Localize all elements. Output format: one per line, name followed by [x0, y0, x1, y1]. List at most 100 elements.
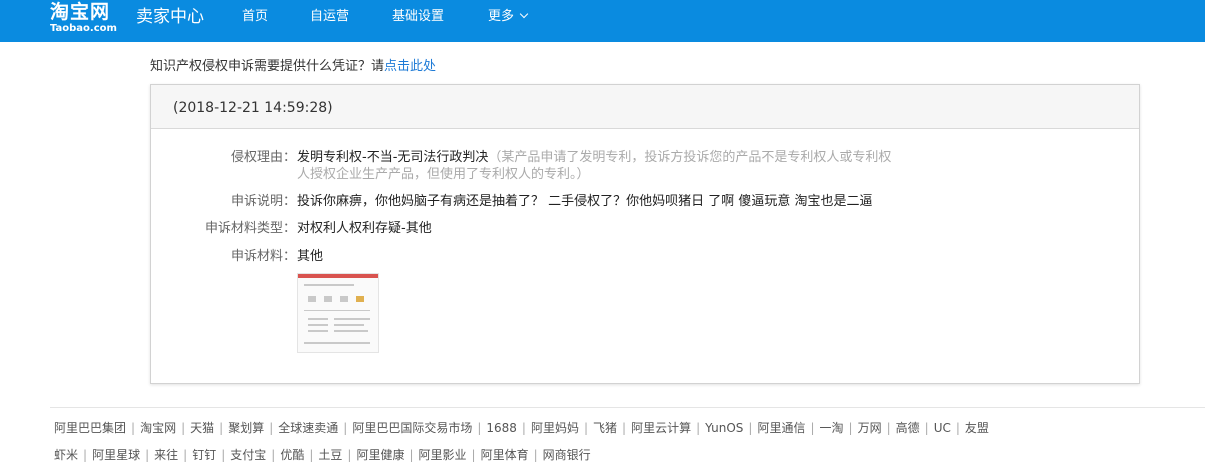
footer-link[interactable]: 万网 — [858, 421, 882, 435]
appeal-record-card: (2018-12-21 14:59:28) 侵权理由： 发明专利权-不当-无司法… — [150, 84, 1140, 384]
thumbnail-line — [334, 318, 370, 320]
footer-link[interactable]: 来往 — [154, 448, 178, 462]
taobao-logo[interactable]: 淘宝网 Taobao.com — [50, 1, 117, 35]
footer-link[interactable]: 阿里通信 — [757, 421, 805, 435]
footer-separator: | — [521, 421, 526, 435]
footer-separator: | — [886, 421, 891, 435]
thumbnail-line — [308, 330, 328, 332]
logo-text-cn: 淘宝网 — [50, 1, 111, 23]
thumbnail-line — [356, 296, 364, 302]
material-type-label: 申诉材料类型： — [204, 221, 296, 236]
thumbnail-line — [340, 296, 348, 302]
nav-more[interactable]: 更多 — [488, 9, 529, 25]
footer-separator: | — [271, 448, 276, 462]
nav-home[interactable]: 首页 — [242, 9, 268, 25]
reason-label: 侵权理由： — [230, 150, 296, 165]
footer-link[interactable]: 1688 — [486, 421, 517, 435]
footer-separator: | — [309, 448, 314, 462]
footer-separator: | — [955, 421, 960, 435]
reason-note-line2: 人授权企业生产产品，但使用了专利权人的专利。） — [297, 167, 590, 182]
thumbnail-line — [304, 310, 370, 311]
thumbnail-line — [334, 324, 364, 326]
thumbnail-header-bar — [298, 274, 378, 278]
footer-link[interactable]: 淘宝网 — [140, 421, 176, 435]
footer-separator: | — [583, 421, 589, 435]
footer-separator: | — [343, 421, 348, 435]
reason-value-line: 发明专利权-不当-无司法行政判决（某产品申请了发明专利，投诉方投诉您的产品不是专… — [297, 149, 891, 167]
footer-link[interactable]: 阿里星球 — [92, 448, 140, 462]
record-header: (2018-12-21 14:59:28) — [151, 85, 1139, 129]
footer-link[interactable]: 阿里影业 — [419, 448, 467, 462]
footer-separator: | — [696, 421, 701, 435]
material-thumbnail[interactable] — [297, 273, 379, 353]
footer-separator: | — [622, 421, 627, 435]
footer-separator: | — [848, 421, 853, 435]
footer-separator: | — [924, 421, 929, 435]
top-nav-bar: 淘宝网 Taobao.com 卖家中心 首页 自运营 基础设置 更多 — [0, 0, 1205, 42]
footer-link[interactable]: 网商银行 — [543, 448, 591, 462]
footer-link[interactable]: 阿里巴巴国际交易市场 — [352, 421, 472, 435]
thumbnail-line — [308, 324, 328, 326]
footer-separator: | — [131, 421, 136, 435]
material-label: 申诉材料： — [230, 249, 296, 264]
footer-links-row1: 阿里巴巴集团 | 淘宝网 | 天猫 | 聚划算 | 全球速卖通 | 阿里巴巴国际交易市场 | 1688 |… — [54, 420, 989, 436]
footer-link[interactable]: 飞猪 — [593, 421, 617, 435]
footer-link[interactable]: 一淘 — [820, 421, 844, 435]
footer-link[interactable]: 全球速卖通 — [278, 421, 338, 435]
footer-separator: | — [181, 421, 186, 435]
footer-separator: | — [409, 448, 414, 462]
footer-link[interactable]: 阿里体育 — [481, 448, 529, 462]
footer-separator: | — [145, 448, 150, 462]
material-value: 其他 — [297, 249, 324, 264]
footer-separator: | — [221, 448, 226, 462]
footer-link[interactable]: 阿里妈妈 — [531, 421, 579, 435]
record-timestamp: (2018-12-21 14:59:28) — [173, 100, 333, 116]
thumbnail-line — [304, 342, 370, 344]
thumbnail-line — [308, 318, 328, 320]
footer-separator: | — [183, 448, 188, 462]
footer-link[interactable]: 优酷 — [280, 448, 304, 462]
reason-value: 发明专利权-不当-无司法行政判决 — [297, 150, 489, 165]
footer-link[interactable]: 支付宝 — [230, 448, 266, 462]
footer-separator: | — [748, 421, 753, 435]
footer-link[interactable]: YunOS — [705, 421, 743, 435]
footer-separator: | — [810, 421, 815, 435]
footer-link[interactable]: 友盟 — [965, 421, 989, 435]
footer-link[interactable]: 钉钉 — [192, 448, 216, 462]
footer-link[interactable]: 虾米 — [54, 448, 78, 462]
description-value: 投诉你麻痹，你他妈脑子有病还是抽着了？ 二手侵权了？你他妈呗猪日 了啊 傻逼玩意… — [297, 194, 873, 209]
footer-link[interactable]: 阿里巴巴集团 — [54, 421, 126, 435]
thumbnail-line — [304, 284, 354, 286]
footer-link[interactable]: 土豆 — [318, 448, 342, 462]
footer-link[interactable]: UC — [934, 421, 951, 435]
footer-separator: | — [533, 448, 538, 462]
reason-note-line1: （某产品申请了发明专利，投诉方投诉您的产品不是专利权人或专利权 — [488, 150, 892, 165]
footer-separator: | — [471, 448, 476, 462]
chevron-down-icon — [519, 9, 529, 19]
footer-link[interactable]: 阿里健康 — [356, 448, 404, 462]
logo-text-en: Taobao.com — [50, 23, 117, 34]
thumbnail-line — [334, 330, 368, 332]
material-type-value: 对权利人权利存疑-其他 — [297, 221, 432, 236]
nav-self-operation[interactable]: 自运营 — [310, 9, 349, 25]
help-prefix: 知识产权侵权申诉需要提供什么凭证？请 — [150, 59, 385, 74]
nav-more-label: 更多 — [488, 9, 515, 24]
footer-link[interactable]: 阿里云计算 — [631, 421, 691, 435]
footer-link[interactable]: 高德 — [896, 421, 920, 435]
footer-divider — [50, 407, 1205, 408]
thumbnail-line — [324, 296, 332, 302]
help-text: 知识产权侵权申诉需要提供什么凭证？请点击此处 — [150, 58, 436, 76]
footer-separator: | — [219, 421, 224, 435]
footer-separator: | — [477, 421, 482, 435]
footer-separator: | — [269, 421, 274, 435]
nav-basic-settings[interactable]: 基础设置 — [392, 9, 444, 25]
thumbnail-line — [308, 296, 316, 302]
section-title: 卖家中心 — [136, 7, 204, 27]
description-label: 申诉说明： — [230, 194, 296, 209]
footer-separator: | — [347, 448, 352, 462]
footer-separator: | — [83, 448, 88, 462]
footer-link[interactable]: 聚划算 — [228, 421, 264, 435]
help-link[interactable]: 点击此处 — [384, 59, 436, 74]
footer-link[interactable]: 天猫 — [190, 421, 214, 435]
footer-links-row2: 虾米 | 阿里星球 | 来往 | 钉钉 | 支付宝 | 优酷 | 土豆 | 阿里健康 | 阿里影业 | 阿里体育 | 网… — [54, 447, 591, 463]
